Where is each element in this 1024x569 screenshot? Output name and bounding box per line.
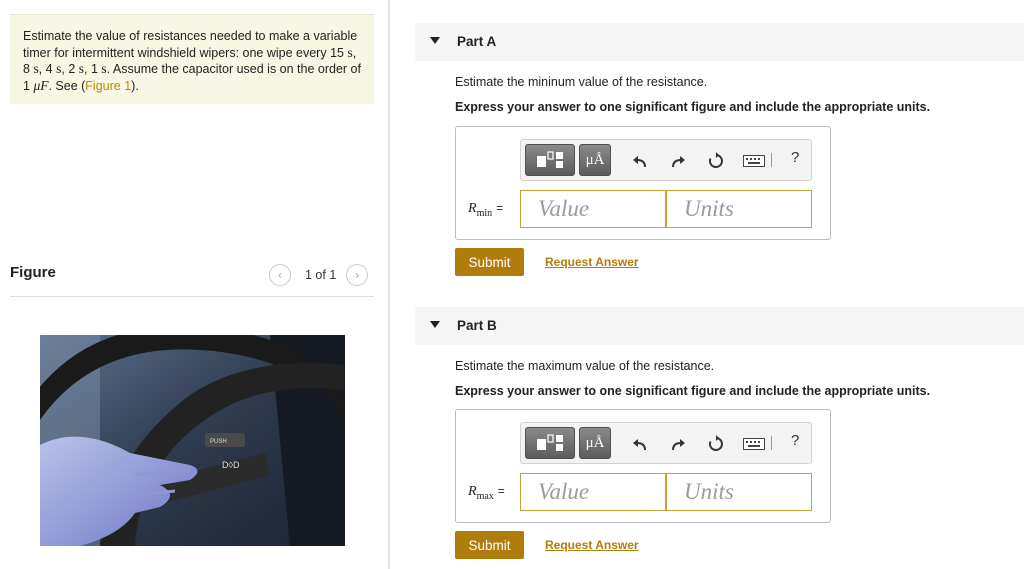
figure-pager: ‹ 1 of 1 › [269, 264, 369, 286]
problem-text: ). [131, 78, 139, 93]
units-input[interactable]: Units [666, 473, 812, 511]
wiper-stalk-photo: PUSH D◊D [40, 335, 345, 546]
figure-link[interactable]: Figure 1 [85, 79, 131, 93]
part-b-question: Estimate the maximum value of the resist… [455, 359, 715, 373]
units-placeholder: Units [684, 196, 734, 221]
units-placeholder: Units [684, 479, 734, 504]
unit-s: s [33, 61, 39, 76]
help-icon: ? [791, 149, 800, 166]
part-a-header[interactable]: Part A [415, 23, 1024, 61]
figure-title: Figure [10, 264, 56, 281]
problem-statement: Estimate the value of resistances needed… [10, 14, 374, 104]
templates-button[interactable] [525, 144, 575, 176]
collapse-triangle-icon [430, 37, 440, 44]
part-a-submit-button[interactable]: Submit [455, 248, 524, 276]
unit-s: s [347, 44, 353, 60]
mu-a-icon: μÅ [585, 151, 605, 168]
problem-text: Estimate the value of resistances needed… [23, 29, 358, 60]
redo-button[interactable] [667, 433, 689, 455]
unit-s: s [56, 61, 62, 76]
help-button[interactable]: ? [791, 149, 799, 166]
toolbar-divider [771, 153, 772, 167]
chevron-right-icon: › [355, 268, 360, 282]
problem-text: . See ( [48, 78, 86, 93]
redo-icon [672, 439, 685, 451]
part-a-request-answer-link[interactable]: Request Answer [545, 255, 639, 269]
equals-sign: = [497, 484, 505, 498]
templates-icon [537, 151, 563, 168]
part-a-question: Estimate the mininum value of the resist… [455, 75, 708, 89]
undo-button[interactable] [629, 433, 651, 455]
unit-uf: μF [33, 77, 49, 93]
value-placeholder: Value [538, 196, 590, 221]
templates-icon [537, 434, 563, 451]
math-toolbar: μÅ ? [520, 139, 812, 181]
var-subscript: max [476, 490, 494, 502]
reset-button[interactable] [705, 150, 727, 172]
value-placeholder: Value [538, 479, 590, 504]
left-panel: Estimate the value of resistances needed… [0, 0, 390, 569]
unit-s: s [78, 61, 85, 76]
value-1: 1 [90, 62, 98, 76]
part-title: Part B [457, 318, 497, 333]
equals-sign: = [496, 201, 504, 215]
keyboard-icon [743, 155, 765, 167]
templates-button[interactable] [525, 427, 575, 459]
part-b-header[interactable]: Part B [415, 307, 1024, 345]
undo-icon [633, 439, 646, 451]
next-figure-button[interactable]: › [346, 264, 369, 286]
variable-label: Rmax = [468, 484, 505, 502]
var-symbol: R [468, 484, 477, 499]
figure-page-count: 1 of 1 [305, 268, 337, 282]
units-input[interactable]: Units [666, 190, 812, 228]
var-symbol: R [468, 201, 477, 216]
chevron-left-icon: ‹ [278, 268, 282, 282]
var-subscript: min [476, 207, 493, 219]
value-input[interactable]: Value [520, 473, 666, 511]
math-toolbar: μÅ ? [520, 422, 812, 464]
part-title: Part A [457, 34, 497, 49]
reset-icon [708, 435, 723, 451]
redo-button[interactable] [667, 150, 689, 172]
value-2: 2 [68, 62, 76, 76]
collapse-triangle-icon [430, 321, 440, 328]
mu-a-button[interactable]: μÅ [579, 144, 611, 176]
mu-a-button[interactable]: μÅ [579, 427, 611, 459]
mu-a-icon: μÅ [585, 434, 605, 451]
undo-button[interactable] [629, 150, 651, 172]
part-a-instruction: Express your answer to one significant f… [455, 100, 931, 114]
figure-header: Figure ‹ 1 of 1 › [10, 262, 374, 297]
part-b-instruction: Express your answer to one significant f… [455, 384, 931, 398]
toolbar-divider [771, 436, 772, 450]
reset-button[interactable] [705, 433, 727, 455]
value-input[interactable]: Value [520, 190, 666, 228]
svg-text:PUSH: PUSH [210, 439, 227, 445]
part-b-request-answer-link[interactable]: Request Answer [545, 538, 639, 552]
keyboard-button[interactable] [741, 433, 767, 455]
keyboard-icon [743, 438, 765, 450]
prev-figure-button[interactable]: ‹ [269, 264, 291, 286]
variable-label: Rmin = [468, 201, 503, 219]
undo-icon [633, 156, 646, 168]
redo-icon [672, 156, 685, 168]
part-b-submit-button[interactable]: Submit [455, 531, 524, 559]
reset-icon [708, 152, 723, 168]
svg-text:D◊D: D◊D [222, 460, 240, 470]
figure-image: PUSH D◊D [40, 335, 345, 546]
help-button[interactable]: ? [791, 432, 799, 449]
part-b-answer-box: μÅ ? Rmax = Value Units [455, 409, 831, 523]
value-4: 4 [45, 62, 53, 76]
help-icon: ? [791, 432, 800, 449]
value-8: 8 [23, 62, 30, 76]
part-a-answer-box: μÅ ? Rmin = Value Units [455, 126, 831, 240]
keyboard-button[interactable] [741, 150, 767, 172]
